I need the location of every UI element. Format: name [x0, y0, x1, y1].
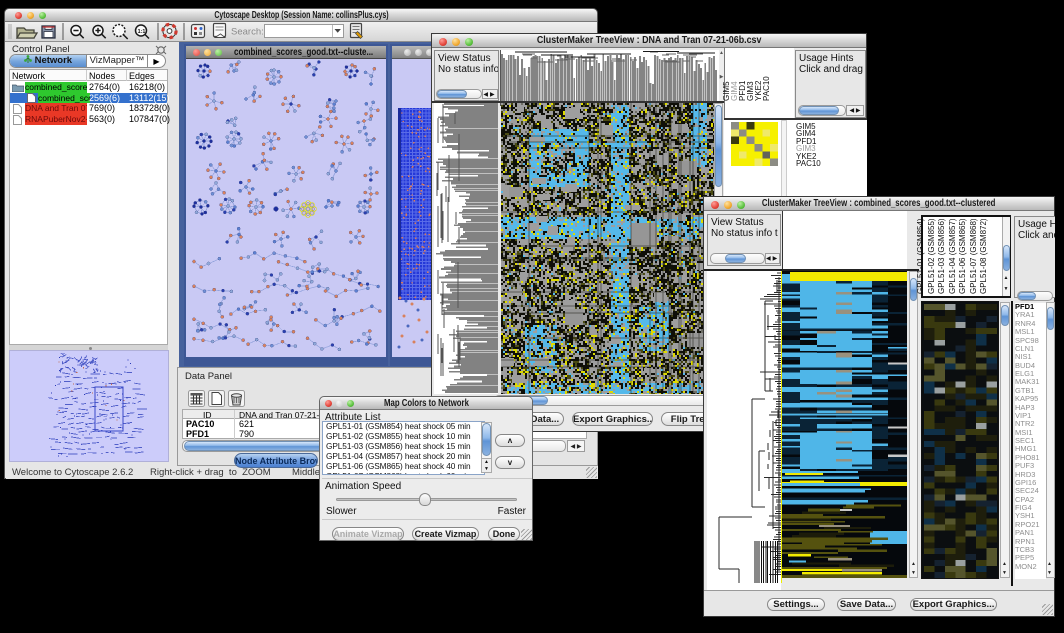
svg-text:1:1: 1:1 [138, 29, 146, 35]
svg-text:Search:: Search: [231, 27, 264, 38]
